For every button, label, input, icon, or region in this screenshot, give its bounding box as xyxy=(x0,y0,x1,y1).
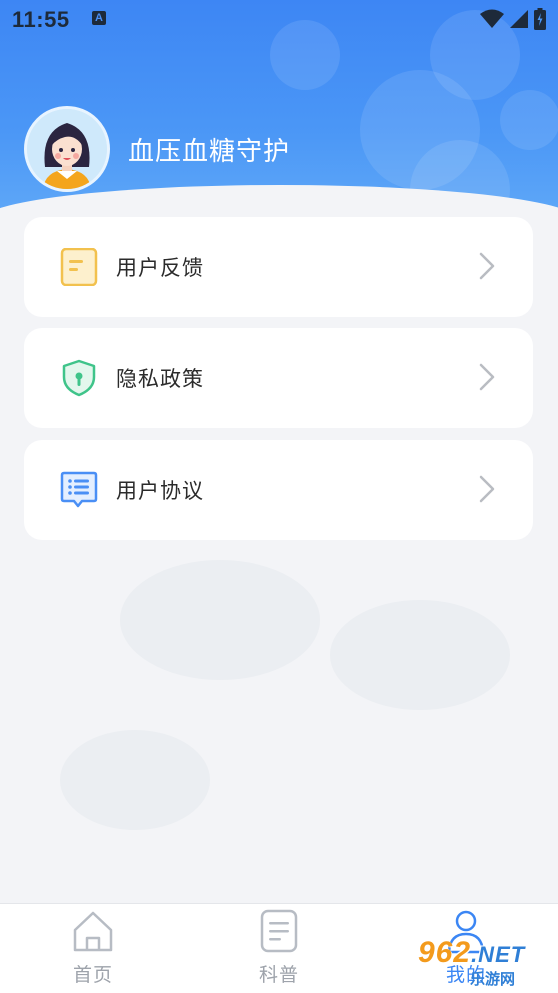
notification-app-icon: A xyxy=(92,11,106,25)
signal-icon xyxy=(510,10,528,28)
background-decoration xyxy=(60,730,210,830)
menu-item-privacy-policy[interactable]: 隐私政策 xyxy=(24,328,533,428)
menu-item-label: 用户反馈 xyxy=(116,257,204,280)
status-time: 11:55 xyxy=(12,7,70,32)
tab-home[interactable]: 首页 xyxy=(33,908,153,987)
system-icons xyxy=(480,8,546,30)
battery-icon xyxy=(534,8,546,30)
menu-item-feedback[interactable]: 用户反馈 xyxy=(24,217,533,317)
chevron-right-icon xyxy=(479,363,495,391)
header-bubble xyxy=(500,90,558,150)
site-watermark: 962.NET 乐游网 xyxy=(418,936,554,989)
user-profile[interactable]: 血压血糖守护 xyxy=(24,106,290,192)
menu-item-label: 隐私政策 xyxy=(116,368,204,391)
background-decoration xyxy=(330,600,510,710)
chevron-right-icon xyxy=(479,252,495,280)
background-decoration xyxy=(120,560,320,680)
status-bar: 11:55 A xyxy=(0,0,558,40)
avatar-girl-icon xyxy=(27,109,107,189)
home-icon xyxy=(73,911,113,952)
menu-item-user-agreement[interactable]: 用户协议 xyxy=(24,440,533,540)
app-user-name: 血压血糖守护 xyxy=(128,135,291,166)
article-icon xyxy=(260,909,298,953)
tab-label: 首页 xyxy=(72,965,113,986)
agreement-list-icon xyxy=(60,471,98,509)
shield-icon xyxy=(60,359,98,397)
feedback-document-icon xyxy=(60,248,98,286)
tab-label: 科普 xyxy=(258,965,299,986)
chevron-right-icon xyxy=(479,475,495,503)
watermark-site-name: 乐游网 xyxy=(470,971,516,988)
tab-science[interactable]: 科普 xyxy=(219,908,339,987)
watermark-logo-text: 962.NET xyxy=(418,936,526,969)
avatar[interactable] xyxy=(24,106,110,192)
menu-item-label: 用户协议 xyxy=(116,480,204,503)
wifi-icon xyxy=(480,9,504,28)
